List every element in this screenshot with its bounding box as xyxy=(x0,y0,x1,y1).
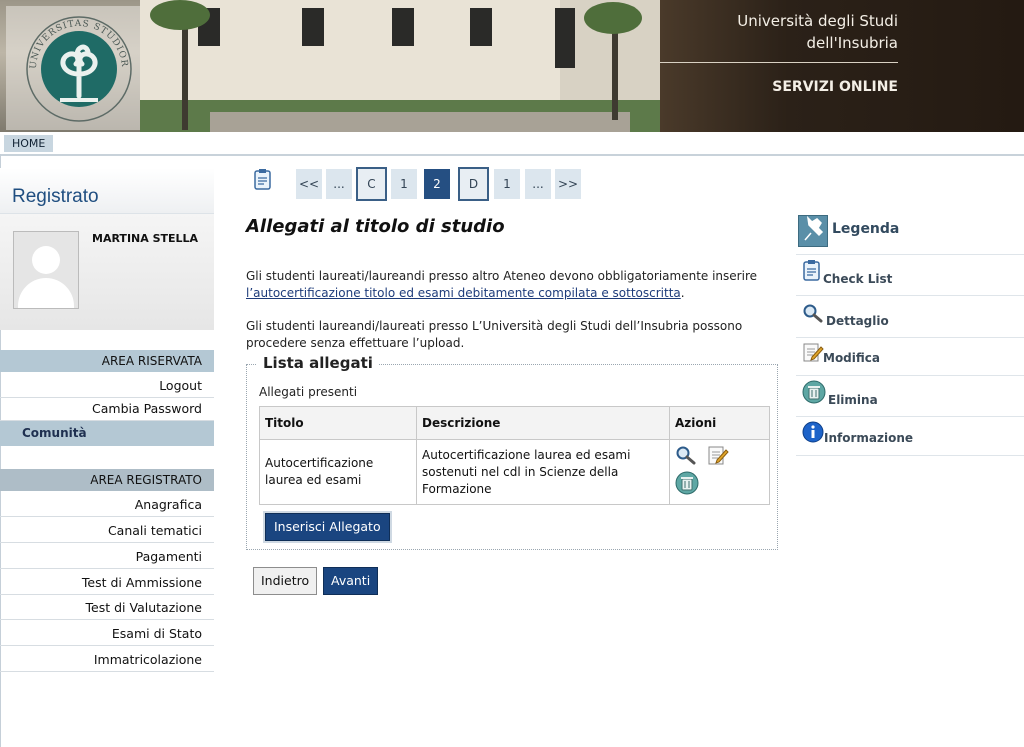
col-azioni: Azioni xyxy=(669,406,770,440)
legend-item-checklist: Check List xyxy=(796,255,1024,296)
legend-label-checklist: Check List xyxy=(823,272,893,286)
section-area-registrato: AREA REGISTRATO xyxy=(0,469,214,491)
sidebar-item-logout[interactable]: Logout xyxy=(0,373,214,398)
sidebar-item-pagamenti[interactable]: Pagamenti xyxy=(0,544,214,569)
sidebar-item-test-ammissione[interactable]: Test di Ammissione xyxy=(0,570,214,595)
attachments-legend: Lista allegati xyxy=(257,354,379,372)
sidebar-item-test-valutazione[interactable]: Test di Valutazione xyxy=(0,595,214,620)
sidebar-item-comunita[interactable]: Comunità xyxy=(0,421,214,446)
table-header-row: Titolo Descrizione Azioni xyxy=(259,406,770,440)
legend-item-dettaglio: Dettaglio xyxy=(796,296,1024,338)
magnifier-icon[interactable] xyxy=(675,445,697,470)
pin-icon xyxy=(798,215,828,247)
services-label: SERVIZI ONLINE xyxy=(772,79,898,95)
clipboard-icon xyxy=(254,169,271,190)
university-name: Università degli Studi dell'Insubria SER… xyxy=(658,10,898,95)
instructions-para1: Gli studenti laureati/laureandi presso a… xyxy=(246,269,757,300)
info-icon xyxy=(802,421,824,443)
pager-step-d1[interactable]: 1 xyxy=(494,169,520,199)
legend-header: Legenda xyxy=(796,210,1024,255)
sidebar-item-esami-stato[interactable]: Esami di Stato xyxy=(0,621,214,646)
legend-label-modifica: Modifica xyxy=(823,351,880,365)
sidebar-header: Registrato xyxy=(0,168,214,214)
trash-icon xyxy=(802,380,826,404)
edit-icon[interactable] xyxy=(707,444,729,471)
page-title: Allegati al titolo di studio xyxy=(246,216,505,237)
pager-step-current[interactable]: 2 xyxy=(424,169,450,199)
legend-title: Legenda xyxy=(832,221,900,237)
user-name: MARTINA STELLA xyxy=(92,232,199,245)
pager-ellipsis-right[interactable]: ... xyxy=(525,169,551,199)
section-area-riservata: AREA RISERVATA xyxy=(0,350,214,372)
cell-descrizione: Autocertificazione laurea ed esami soste… xyxy=(416,439,670,505)
instructions-para2: Gli studenti laureandi/laureati presso L… xyxy=(246,319,743,350)
university-logo-panel: UNIVERSITAS STUDIORUM INSUBRIAE xyxy=(6,6,140,130)
header-divider xyxy=(658,62,898,63)
insert-attachment-button[interactable]: Inserisci Allegato xyxy=(265,513,390,541)
pager-first[interactable]: << xyxy=(296,169,322,199)
cell-titolo: Autocertificazione laurea ed esami xyxy=(259,439,417,505)
trash-icon[interactable] xyxy=(675,471,699,500)
university-line2: dell'Insubria xyxy=(806,34,898,52)
legend-label-informazione: Informazione xyxy=(824,431,914,445)
legend-label-dettaglio: Dettaglio xyxy=(826,314,889,328)
pager-last[interactable]: >> xyxy=(555,169,581,199)
home-link[interactable]: HOME xyxy=(4,135,54,152)
back-button[interactable]: Indietro xyxy=(253,567,318,595)
autocertification-link[interactable]: l’autocertificazione titolo ed esami deb… xyxy=(246,286,681,300)
legend-item-informazione: Informazione xyxy=(796,417,1024,456)
university-line1: Università degli Studi xyxy=(737,12,898,30)
user-profile: MARTINA STELLA xyxy=(0,214,214,330)
sidebar-item-immatricolazione[interactable]: Immatricolazione xyxy=(0,647,214,672)
sidebar-title: Registrato xyxy=(12,186,99,207)
sidebar-item-anagrafica[interactable]: Anagrafica xyxy=(0,492,214,517)
attachments-table: Titolo Descrizione Azioni Autocertificaz… xyxy=(259,406,770,505)
legend-item-elimina: Elimina xyxy=(796,376,1024,417)
university-logo: UNIVERSITAS STUDIORUM INSUBRIAE xyxy=(24,14,132,122)
cell-azioni xyxy=(669,439,770,505)
pager-step-c1[interactable]: 1 xyxy=(391,169,417,199)
magnifier-icon xyxy=(803,304,823,323)
legend-item-modifica: Modifica xyxy=(796,338,1024,376)
sidebar-item-cambia-password[interactable]: Cambia Password xyxy=(0,397,214,421)
avatar xyxy=(13,231,79,309)
edit-icon xyxy=(803,343,824,362)
sidebar-item-canali-tematici[interactable]: Canali tematici xyxy=(0,518,214,543)
clipboard-icon xyxy=(803,260,820,281)
top-nav-bar: HOME xyxy=(0,132,1024,156)
legend-label-elimina: Elimina xyxy=(828,393,878,407)
col-titolo: Titolo xyxy=(259,406,417,440)
pager-step-c[interactable]: C xyxy=(356,167,387,201)
col-descrizione: Descrizione xyxy=(416,406,670,440)
attachments-fieldset: Lista allegati Allegati presenti Titolo … xyxy=(246,354,778,550)
pager-ellipsis-left[interactable]: ... xyxy=(326,169,352,199)
pager-step-d[interactable]: D xyxy=(458,167,489,201)
table-row: Autocertificazione laurea ed esami Autoc… xyxy=(259,439,770,505)
next-button[interactable]: Avanti xyxy=(323,567,379,595)
attachments-present-label: Allegati presenti xyxy=(259,385,358,399)
header-banner: UNIVERSITAS STUDIORUM INSUBRIAE Universi… xyxy=(0,0,1024,132)
